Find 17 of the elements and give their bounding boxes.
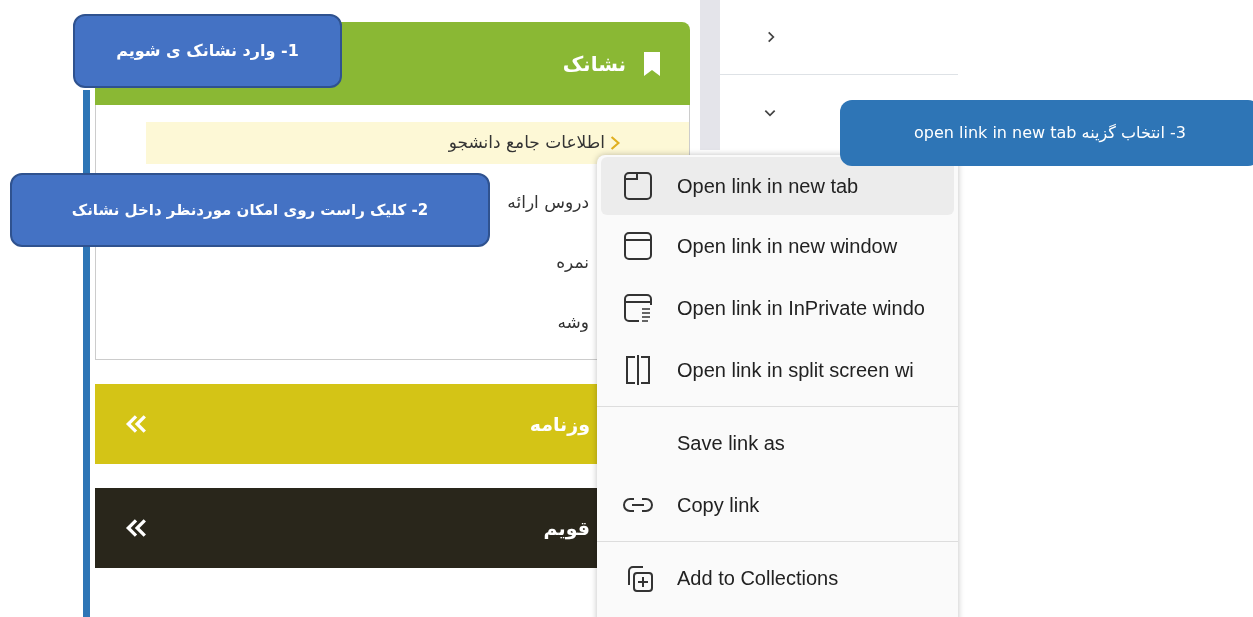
chevron-icon [609, 135, 621, 151]
callout-tooltip: 3- انتخاب گزینه open link in new tab [840, 100, 1253, 166]
private-window-icon [621, 291, 655, 325]
callout-tooltip: 1- وارد نشانک ی شویم [73, 14, 342, 88]
panel-title: نشانک [562, 50, 626, 78]
window-icon [621, 229, 655, 263]
menu-item[interactable]: Open link in InPrivate windo [597, 277, 958, 339]
double-chevron-icon [125, 414, 147, 434]
panel-title: وزنامه [529, 411, 590, 438]
double-chevron-icon [125, 518, 147, 538]
menu-item[interactable]: Open link in new window [597, 215, 958, 277]
panel-title: قويم [543, 515, 590, 542]
bookmark-icon [642, 51, 662, 76]
new-tab-icon [621, 169, 655, 203]
callout-tooltip: 2- کلیک راست روی امکان موردنظر داخل نشانک [10, 173, 490, 247]
menu-item[interactable]: اطلاعات جامع دانشجو [146, 122, 689, 164]
menu-item[interactable]: Open link in new tab [601, 157, 954, 215]
